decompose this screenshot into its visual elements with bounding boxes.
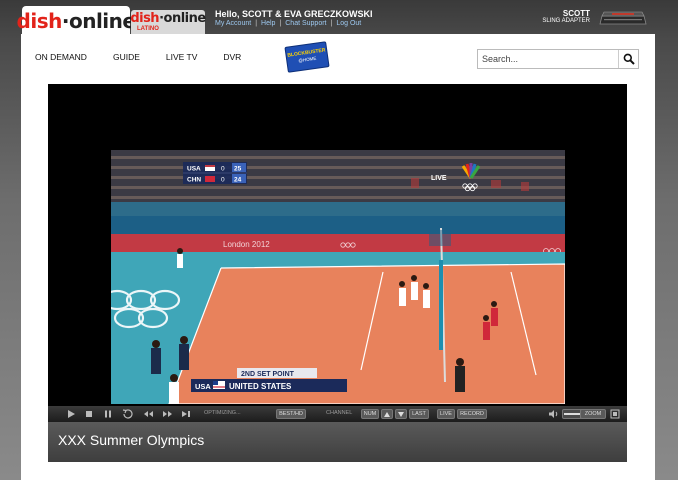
search-button[interactable] <box>618 50 638 68</box>
status-text: OPTIMIZING... <box>204 410 241 416</box>
score-team-1: USA <box>187 166 201 173</box>
device-name: SCOTT <box>562 9 590 18</box>
log-out-link[interactable]: Log Out <box>336 20 361 27</box>
top-bar: dish·online dish·online LATINO Hello, SC… <box>0 0 678 36</box>
sling-adapter-icon[interactable] <box>598 8 648 28</box>
chevron-down-icon <box>398 411 404 417</box>
volleyball-match-scene: London 2012 USA CHN 0 0 25 24 LIVE 2ND S… <box>111 150 565 404</box>
score-team-2: CHN <box>187 177 201 184</box>
num-button[interactable]: NUM <box>361 409 379 419</box>
video-player: London 2012 USA CHN 0 0 25 24 LIVE 2ND S… <box>48 84 627 462</box>
replay-icon[interactable] <box>122 409 134 419</box>
stop-icon[interactable] <box>84 409 94 419</box>
main-nav: ON DEMAND GUIDE LIVE TV DVR <box>35 52 267 66</box>
latino-label: LATINO <box>137 26 159 32</box>
scoreboard: USA CHN 0 0 25 24 <box>183 162 247 184</box>
device-selector[interactable]: SCOTT SLING ADAPTER <box>542 9 590 25</box>
user-links: My Account | Help | Chat Support | Log Out <box>215 20 361 27</box>
score-points-1: 25 <box>234 166 242 173</box>
fullscreen-icon[interactable] <box>610 409 620 419</box>
device-type: SLING ADAPTER <box>542 18 590 24</box>
channel-label: CHANNEL <box>326 410 353 416</box>
channel-up-button[interactable] <box>381 409 393 419</box>
dish-online-tab[interactable]: dish·online <box>17 6 136 36</box>
player-controls: OPTIMIZING... BEST/HD CHANNEL NUM LAST L… <box>48 406 627 422</box>
skip-forward-icon[interactable] <box>181 409 192 419</box>
volume-icon[interactable] <box>548 409 560 419</box>
blockbuster-subtitle: @HOME <box>298 55 317 64</box>
search-input[interactable] <box>478 50 618 68</box>
search-box <box>477 49 639 69</box>
chevron-up-icon <box>384 411 390 417</box>
banner-text: London 2012 <box>223 240 270 249</box>
best-hd-button[interactable]: BEST/HD <box>276 409 306 419</box>
live-button[interactable]: LIVE <box>437 409 455 419</box>
dish-online-logo: dish·online <box>16 9 136 33</box>
link-separator: | <box>255 20 258 27</box>
blockbuster-logo[interactable]: BLOCKBUSTER @HOME <box>284 41 330 73</box>
dish-latino-logo: dish·online <box>130 11 206 26</box>
nav-dvr[interactable]: DVR <box>223 52 241 66</box>
pause-icon[interactable] <box>103 409 113 419</box>
my-account-link[interactable]: My Account <box>215 20 251 27</box>
program-title-bar: XXX Summer Olympics <box>48 422 627 462</box>
channel-down-button[interactable] <box>395 409 407 419</box>
rewind-icon[interactable] <box>143 409 154 419</box>
main-panel: ON DEMAND GUIDE LIVE TV DVR BLOCKBUSTER … <box>21 34 655 480</box>
link-separator: | <box>330 20 333 27</box>
score-points-2: 24 <box>234 177 242 184</box>
search-icon <box>623 53 635 65</box>
lower-third-team: USA <box>195 382 211 391</box>
last-button[interactable]: LAST <box>409 409 429 419</box>
chat-support-link[interactable]: Chat Support <box>285 20 326 27</box>
set-point-label: 2ND SET POINT <box>241 371 295 378</box>
link-separator: | <box>279 20 282 27</box>
zoom-button[interactable]: ZOOM <box>580 409 606 419</box>
nav-guide[interactable]: GUIDE <box>113 52 140 66</box>
play-icon[interactable] <box>66 409 76 419</box>
record-button[interactable]: RECORD <box>457 409 487 419</box>
live-badge: LIVE <box>431 175 447 182</box>
nav-on-demand[interactable]: ON DEMAND <box>35 52 87 66</box>
help-link[interactable]: Help <box>261 20 275 27</box>
nav-live-tv[interactable]: LIVE TV <box>166 52 198 66</box>
program-title: XXX Summer Olympics <box>58 432 205 448</box>
video-frame[interactable]: London 2012 USA CHN 0 0 25 24 LIVE 2ND S… <box>111 150 565 404</box>
score-sets-2: 0 <box>221 177 225 184</box>
dish-latino-tab[interactable]: dish·online LATINO <box>130 10 206 34</box>
lower-third-name: UNITED STATES <box>229 382 292 391</box>
score-sets-1: 0 <box>221 166 225 173</box>
fast-forward-icon[interactable] <box>162 409 173 419</box>
user-greeting: Hello, SCOTT & EVA GRECZKOWSKI <box>215 9 373 19</box>
